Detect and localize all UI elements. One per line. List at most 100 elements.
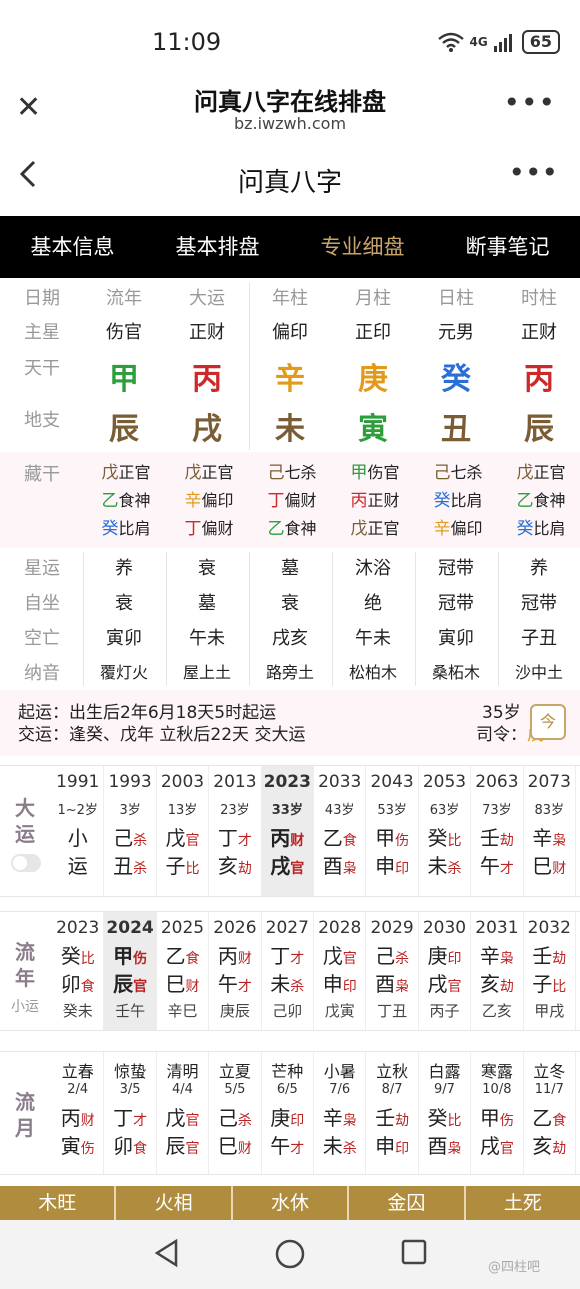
liunian-column[interactable]: 2028 戊官 申印 戊寅 [314, 912, 367, 1030]
dayun-column[interactable]: 1991 1~2岁小运 [52, 766, 105, 896]
menu-icon[interactable]: ••• [508, 156, 558, 189]
liunian-column[interactable]: 2025 乙食 巳财 辛巳 [157, 912, 210, 1030]
pillar-header: 年柱 [272, 288, 308, 309]
ten-god: 比 [447, 1113, 462, 1129]
hidden-stem: 乙食神 [254, 514, 330, 539]
year: 2053 [422, 772, 467, 792]
ganzhi-char: 戊 [322, 944, 343, 968]
ten-god: 劫 [499, 833, 514, 849]
dayun-column[interactable]: 2063 73岁 壬劫 午才 [471, 766, 524, 896]
ten-god: 食 [185, 951, 200, 967]
dayun-column[interactable]: 2013 23岁 丁才 亥劫 [209, 766, 262, 896]
ganzhi-char: 未 [270, 972, 291, 996]
hidden-stem: 辛偏印 [420, 514, 496, 539]
liuyue-column[interactable]: 白露 9/7 癸比 酉枭 [419, 1052, 472, 1174]
dayun-column[interactable]: 2003 13岁 戊官 子比 [157, 766, 210, 896]
ganzhi-char: 午 [270, 1134, 291, 1158]
liunian-column[interactable]: 2027 丁才 未杀 己卯 [262, 912, 314, 1030]
solar-term: 立冬 [533, 1062, 566, 1081]
ten-god: 官 [290, 861, 305, 877]
ganzhi-line: 巳财 [157, 970, 208, 1001]
ganzhi-char: 乙 [322, 826, 343, 850]
liunian-top-border [0, 911, 580, 912]
liunian-column[interactable]: 2024 甲伤 辰官 壬午 [104, 912, 157, 1030]
liuyue-column[interactable]: 惊蛰 3/5 丁才 卯食 [104, 1052, 157, 1174]
liuyue-column[interactable]: 立春 2/4 丙财 寅伤 [52, 1052, 105, 1174]
ganzhi-char: 辛 [322, 1106, 343, 1130]
liuyue-column[interactable]: 小暑 7/6 辛枭 未杀 [314, 1052, 367, 1174]
dayun-column[interactable]: 2073 83岁 辛枭 巳财 [524, 766, 576, 896]
liunian-column[interactable]: 2029 己杀 酉枭 丁丑 [366, 912, 419, 1030]
hidden-stem-char: 甲 [350, 463, 368, 483]
liuyue-column[interactable]: 立夏 5/5 己杀 巳财 [209, 1052, 262, 1174]
dayun-column[interactable]: 1993 3岁 己杀 丑杀 [104, 766, 157, 896]
ten-god: 枭 [395, 979, 410, 995]
ten-god: 伤 [133, 951, 148, 967]
year: 2024 [106, 918, 154, 938]
ten-god: 官 [185, 833, 200, 849]
dayun-column[interactable]: 2043 53岁 甲伤 申印 [366, 766, 419, 896]
liuyue-column[interactable]: 寒露 10/8 甲伤 戌官 [471, 1052, 524, 1174]
hidden-stem-char: 乙 [267, 519, 285, 539]
dizhi-char: 未 [275, 412, 305, 447]
main-star: 偏印 [272, 322, 308, 343]
hidden-stem-god: 比肩 [450, 491, 483, 510]
tiangan-label: 天干 [24, 358, 60, 379]
hidden-stem: 丁偏财 [254, 486, 330, 511]
ganzhi-line: 辰官 [104, 970, 155, 1001]
tab-detail-chart[interactable]: 专业细盘 [290, 216, 435, 278]
liunian-column[interactable]: 2026 丙财 午才 庚辰 [209, 912, 262, 1030]
ten-god: 枭 [499, 951, 514, 967]
ganzhi-char: 未 [322, 1134, 343, 1158]
signal-type: 4G [469, 35, 488, 49]
hidden-stem-god: 正官 [533, 463, 566, 482]
tab-bar: 基本信息 基本排盘 专业细盘 断事笔记 [0, 216, 580, 278]
ganzhi-line: 乙食 [157, 942, 208, 973]
ganzhi-line: 子比 [157, 852, 208, 883]
ganzhi-char: 癸 [427, 1106, 448, 1130]
dizhi-char: 戌 [192, 412, 222, 447]
liunian-column[interactable]: 2030 庚印 戌官 丙子 [419, 912, 472, 1030]
dayun-column[interactable]: 2023 33岁 丙财 戌官 [261, 766, 314, 896]
wifi-icon [437, 32, 464, 52]
ganzhi-line: 丙财 [52, 1104, 103, 1135]
hidden-stem: 甲伤官 [337, 458, 413, 483]
ganzhi-char: 辰 [165, 1134, 186, 1158]
dayun-toggle[interactable] [11, 854, 41, 872]
year: 2029 [370, 918, 414, 938]
hidden-stems-row: 藏干 戊正官 乙食神 癸比肩 戊正官 辛偏印 丁偏财 己七杀 丁偏财 乙食神 甲伤官 丙正财 戊正官 己七… [0, 452, 580, 548]
ganzhi-line: 寅伤 [52, 1132, 103, 1163]
solar-term: 立春 [61, 1062, 94, 1081]
liuyue-column[interactable]: 清明 4/4 戊官 辰官 [157, 1052, 210, 1174]
hidden-stem-char: 戊 [101, 463, 119, 483]
ganzhi-char: 巳 [532, 854, 553, 878]
ganzhi-line: 壬劫 [524, 942, 575, 973]
more-icon[interactable]: ••• [503, 86, 556, 119]
pillar-header: 时柱 [521, 288, 557, 309]
liunian-column[interactable]: 2023 癸比 卯食 癸未 [52, 912, 105, 1030]
ganzhi-line: 甲伤 [104, 942, 155, 973]
dayun-column[interactable]: 2033 43岁 乙食 酉枭 [314, 766, 367, 896]
liuyue-column[interactable]: 芒种 6/5 庚印 午才 [262, 1052, 314, 1174]
age: 43岁 [324, 803, 355, 818]
liunian-column[interactable]: 2031 辛枭 亥劫 乙亥 [471, 912, 524, 1030]
tab-notes[interactable]: 断事笔记 [435, 216, 580, 278]
ganzhi-char: 丁 [217, 826, 238, 850]
ten-god: 劫 [237, 861, 252, 877]
calendar-today-icon[interactable]: 今 [530, 704, 566, 740]
back-nav-icon[interactable] [152, 1238, 182, 1268]
dayun-column[interactable]: 2053 63岁 癸比 未杀 [419, 766, 472, 896]
tab-basic-info[interactable]: 基本信息 [0, 216, 145, 278]
tab-basic-chart[interactable]: 基本排盘 [145, 216, 290, 278]
ganzhi-line: 酉枭 [314, 852, 365, 883]
liunian-column[interactable]: 2032 壬劫 子比 甲戌 [524, 912, 576, 1030]
dizhi-char: 寅 [358, 412, 388, 447]
home-nav-icon[interactable] [274, 1238, 306, 1270]
liuyue-column[interactable]: 立冬 11/7 乙食 亥劫 [524, 1052, 576, 1174]
extra-row-value: 路旁土 [265, 663, 314, 682]
year: 2063 [475, 772, 519, 792]
recents-nav-icon[interactable] [400, 1238, 428, 1266]
liuyue-column[interactable]: 立秋 8/7 壬劫 申印 [366, 1052, 419, 1174]
age: 63岁 [429, 803, 460, 818]
hidden-stem-char: 丙 [350, 491, 368, 511]
